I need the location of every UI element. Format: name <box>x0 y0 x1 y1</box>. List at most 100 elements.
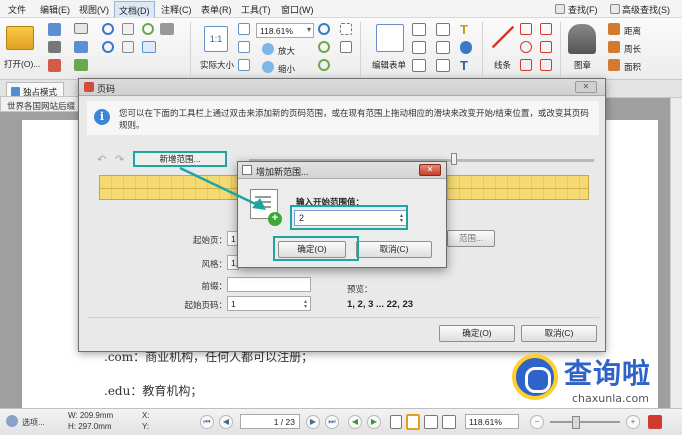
select-tool-icon[interactable] <box>122 41 134 53</box>
options-gear-icon[interactable] <box>6 415 18 427</box>
ellipse-tool-icon[interactable] <box>520 41 532 53</box>
zoom-out-icon[interactable] <box>262 61 274 73</box>
edit-form-label[interactable]: 编辑表单 <box>372 59 406 71</box>
textbox-icon[interactable]: T <box>460 59 472 72</box>
checkbox-field-icon[interactable] <box>412 41 426 54</box>
zoom-select[interactable]: 118.61% <box>256 23 314 38</box>
menu-form[interactable]: 表单(R) <box>201 3 232 16</box>
status-zoom-select[interactable]: 118.61% <box>465 414 519 429</box>
undo-icon[interactable]: ↶ <box>97 153 106 166</box>
add-range-cancel-button[interactable]: 取消(C) <box>356 241 432 258</box>
save-icon[interactable] <box>48 23 61 36</box>
new-range-button[interactable]: 新增范围... <box>133 151 227 167</box>
distance-label[interactable]: 距离 <box>624 25 641 37</box>
facing-page-icon[interactable] <box>424 415 438 429</box>
button-field-icon[interactable] <box>436 59 450 72</box>
add-range-close-button[interactable]: ✕ <box>419 164 441 176</box>
menu-file[interactable]: 文件 <box>8 3 26 16</box>
menu-window[interactable]: 窗口(W) <box>281 3 314 16</box>
print-icon[interactable] <box>48 41 61 53</box>
zoom-in-label[interactable]: 放大 <box>278 45 295 57</box>
info-panel: i 您可以在下面的工具栏上通过双击来添加新的页码范围，或在现有范围上拖动相应的滑… <box>87 101 599 135</box>
menu-comment[interactable]: 注释(C) <box>161 3 192 16</box>
loupe-icon[interactable] <box>340 41 352 53</box>
fit-visible-icon[interactable] <box>238 59 250 71</box>
search-zoom-icon[interactable] <box>318 23 330 35</box>
scan-icon[interactable] <box>74 59 88 71</box>
forward-button[interactable]: ▶ <box>367 415 381 429</box>
snapshot-icon[interactable] <box>142 23 154 35</box>
prefix-field[interactable] <box>227 277 311 292</box>
start-number-field[interactable]: 1 <box>227 296 311 311</box>
cloud-icon[interactable] <box>74 41 88 53</box>
stamp-label[interactable]: 图章 <box>574 59 591 71</box>
area-label[interactable]: 面积 <box>624 61 641 73</box>
camera-icon[interactable] <box>160 23 174 35</box>
actual-size-label[interactable]: 实际大小 <box>200 59 234 71</box>
last-page-button[interactable]: ⏭ <box>325 415 339 429</box>
undo-icon[interactable] <box>102 23 114 35</box>
area-icon[interactable] <box>608 59 620 71</box>
tab-document[interactable]: 世界各国网站后缀 <box>0 96 83 112</box>
lines-label[interactable]: 线条 <box>494 59 511 71</box>
actual-size-icon[interactable]: 1:1 <box>204 26 228 52</box>
page-icon[interactable] <box>142 41 156 53</box>
fit-width-icon[interactable] <box>238 41 250 53</box>
listbox-field-icon[interactable] <box>412 59 426 72</box>
menu-edit[interactable]: 编辑(E) <box>40 3 70 16</box>
rotate-right-icon[interactable] <box>318 59 330 71</box>
next-page-button[interactable]: ▶ <box>306 415 320 429</box>
polygon-tool-icon[interactable] <box>540 23 552 35</box>
range-slider-thumb[interactable] <box>451 153 457 165</box>
rotate-left-icon[interactable] <box>318 41 330 53</box>
distance-icon[interactable] <box>608 23 620 35</box>
fit-page-icon[interactable] <box>238 23 250 35</box>
zoom-slider[interactable] <box>550 416 620 429</box>
marquee-icon[interactable] <box>340 23 352 35</box>
dialog-ok-button[interactable]: 确定(O) <box>439 325 515 342</box>
redo-icon[interactable] <box>102 41 114 53</box>
zoom-in-icon[interactable] <box>262 43 274 55</box>
range-button[interactable]: 范围... <box>447 230 495 247</box>
hand-tool-icon[interactable] <box>122 23 134 35</box>
text-field-icon[interactable] <box>412 23 426 36</box>
menu-view[interactable]: 视图(V) <box>79 3 109 16</box>
pdf-icon[interactable] <box>48 59 61 72</box>
options-button[interactable]: 选项... <box>22 417 45 428</box>
menubar: 文件 编辑(E) 视图(V) 文档(D) 注释(C) 表单(R) 工具(T) 窗… <box>0 0 682 20</box>
previous-page-button[interactable]: ◀ <box>219 415 233 429</box>
stamp-icon[interactable] <box>568 24 596 54</box>
zoom-out-button[interactable]: − <box>530 415 544 429</box>
edit-form-icon[interactable] <box>376 24 404 52</box>
continuous-facing-icon[interactable] <box>442 415 456 429</box>
open-button-label[interactable]: 打开(O)... <box>4 58 40 70</box>
single-page-icon[interactable] <box>390 415 402 429</box>
attach-icon[interactable] <box>460 41 472 54</box>
dialog-cancel-button[interactable]: 取消(C) <box>521 325 597 342</box>
rectangle-tool-icon[interactable] <box>520 59 532 71</box>
line-tool-icon[interactable] <box>492 26 514 48</box>
dialog-close-button[interactable]: ✕ <box>575 81 597 93</box>
pdf-status-icon <box>648 415 662 429</box>
continuous-page-icon[interactable] <box>406 414 420 430</box>
redo-icon[interactable]: ↷ <box>115 153 124 166</box>
combo-field-icon[interactable] <box>436 23 450 36</box>
find-button[interactable]: 查找(F) <box>568 3 598 16</box>
perimeter-label[interactable]: 周长 <box>624 43 641 55</box>
menu-tools[interactable]: 工具(T) <box>241 3 271 16</box>
page-number-input[interactable]: 1 / 23 <box>240 414 300 429</box>
cloud-tool-icon[interactable] <box>540 41 552 53</box>
perimeter-icon[interactable] <box>608 41 620 53</box>
zoom-out-label[interactable]: 缩小 <box>278 63 295 75</box>
email-icon[interactable] <box>74 23 88 34</box>
zoom-in-button[interactable]: + <box>626 415 640 429</box>
typewriter-icon[interactable]: T <box>460 23 472 36</box>
open-folder-icon[interactable] <box>6 26 34 50</box>
advanced-find-button[interactable]: 高级查找(S) <box>622 3 670 16</box>
pencil-tool-icon[interactable] <box>540 59 552 71</box>
first-page-button[interactable]: ⏮ <box>200 415 214 429</box>
radio-field-icon[interactable] <box>436 41 450 54</box>
arrow-tool-icon[interactable] <box>520 23 532 35</box>
zoom-value: 118.61% <box>260 26 293 36</box>
back-button[interactable]: ◀ <box>348 415 362 429</box>
